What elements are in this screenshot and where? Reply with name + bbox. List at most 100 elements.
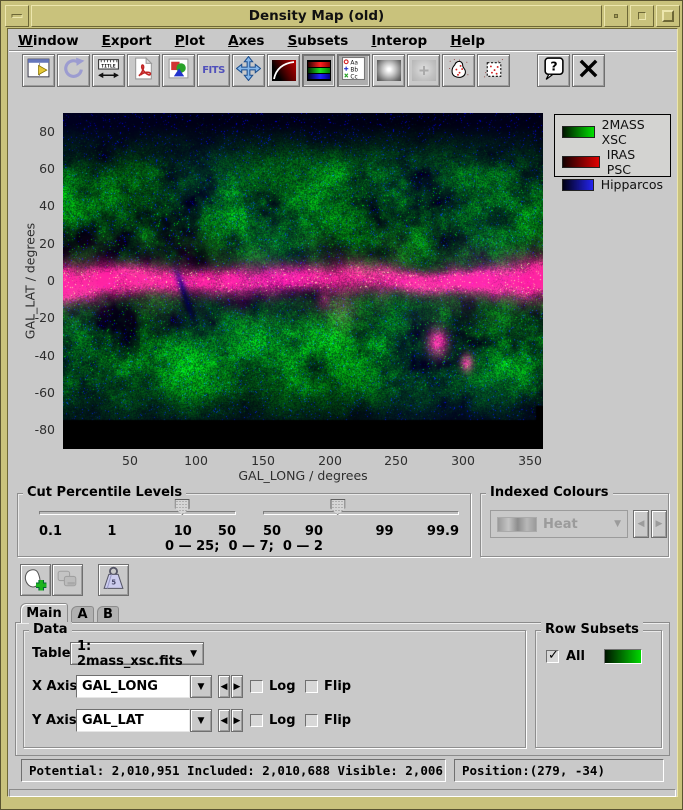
menu-subsets[interactable]: Subsets bbox=[279, 31, 358, 51]
tab-b[interactable]: B bbox=[97, 606, 119, 623]
y-log-checkbox[interactable] bbox=[250, 714, 263, 727]
svg-text:?: ? bbox=[550, 59, 557, 74]
menubar: Window Export Plot Axes Subsets Interop … bbox=[9, 30, 676, 51]
merge-subset-icon bbox=[54, 565, 81, 596]
lo-cut-slider[interactable] bbox=[39, 511, 236, 515]
blob-subset-icon bbox=[446, 56, 471, 85]
legend-entry: IRAS PSC bbox=[562, 147, 663, 177]
maximize-icon bbox=[662, 10, 674, 22]
colour-map-value: Heat bbox=[543, 517, 578, 532]
add-subset-button[interactable] bbox=[20, 564, 51, 596]
indexed-colours-group: Indexed Colours Heat ▼ ◀ ▶ bbox=[480, 493, 669, 557]
y-axis-prev-button[interactable]: ◀ bbox=[218, 709, 230, 732]
bottom-strip bbox=[9, 789, 676, 797]
lo-cut-slider-thumb[interactable] bbox=[175, 499, 190, 515]
x-tick: 100 bbox=[174, 453, 218, 468]
split-window-icon bbox=[26, 56, 51, 85]
menu-help[interactable]: Help bbox=[441, 31, 494, 51]
x-log-label: Log bbox=[269, 679, 296, 694]
svg-text:TITLE: TITLE bbox=[101, 64, 116, 70]
svg-text:Aa: Aa bbox=[350, 60, 358, 66]
menu-axes[interactable]: Axes bbox=[219, 31, 273, 51]
pdf-icon bbox=[131, 56, 156, 85]
count-status: Potential: 2,010,951 Included: 2,010,688… bbox=[21, 759, 446, 782]
density-map-window: Density Map (old) Window Export Plot Axe… bbox=[0, 0, 683, 810]
weight-mode-button[interactable]: 5 bbox=[98, 564, 129, 596]
x-axis-combo-field[interactable]: GAL_LONG bbox=[76, 675, 190, 698]
shade-icon bbox=[614, 14, 618, 18]
subset-all-checkbox[interactable]: ✓ bbox=[546, 650, 559, 663]
export-image-button[interactable] bbox=[162, 54, 195, 87]
y-tick: -40 bbox=[21, 348, 55, 363]
menu-plot[interactable]: Plot bbox=[166, 31, 214, 51]
colour-map-button[interactable] bbox=[267, 54, 300, 87]
hi-cut-slider[interactable] bbox=[263, 511, 459, 515]
close-button[interactable] bbox=[572, 54, 605, 87]
y-axis-combo-arrow[interactable]: ▼ bbox=[190, 709, 212, 732]
axis-editor-button[interactable]: TITLE bbox=[92, 54, 125, 87]
x-axis-label: GAL_LONG / degrees bbox=[203, 468, 403, 483]
export-fits-button[interactable]: FITS bbox=[197, 54, 230, 87]
maximize-button[interactable] bbox=[656, 5, 680, 27]
x-axis-combo-arrow[interactable]: ▼ bbox=[190, 675, 212, 698]
x-tick: 50 bbox=[108, 453, 152, 468]
density-map-plot[interactable] bbox=[63, 113, 543, 449]
x-axis-label-field: X Axis: bbox=[32, 679, 82, 694]
window-title: Density Map (old) bbox=[31, 5, 602, 27]
menu-interop[interactable]: Interop bbox=[362, 31, 436, 51]
rgb-mode-button[interactable] bbox=[302, 54, 335, 87]
show-legend-button[interactable]: AaBbCc bbox=[337, 54, 370, 87]
cut-levels-readout: 0 — 25; 0 — 7; 0 — 2 bbox=[18, 539, 470, 554]
x-flip-checkbox[interactable] bbox=[305, 680, 318, 693]
region-subset-icon bbox=[481, 56, 506, 85]
shade-button[interactable] bbox=[604, 5, 628, 27]
hi-cut-slider-thumb[interactable] bbox=[330, 499, 345, 515]
menu-window[interactable]: Window bbox=[9, 31, 88, 51]
draw-subset-region-button[interactable] bbox=[477, 54, 510, 87]
y-flip-checkbox[interactable] bbox=[305, 714, 318, 727]
export-pdf-button[interactable] bbox=[127, 54, 160, 87]
rescale-button[interactable] bbox=[232, 54, 265, 87]
axis-editor-icon: TITLE bbox=[96, 56, 121, 85]
tab-main[interactable]: Main bbox=[20, 603, 68, 623]
tab-a[interactable]: A bbox=[71, 606, 94, 623]
subset-all-colour-swatch[interactable] bbox=[604, 649, 642, 664]
help-button[interactable]: ? bbox=[537, 54, 570, 87]
menu-export[interactable]: Export bbox=[93, 31, 161, 51]
table-combo[interactable]: 1: 2mass_xsc.fits ▼ bbox=[70, 642, 204, 665]
colour-map-icon bbox=[272, 60, 296, 81]
window-menu-icon bbox=[12, 14, 23, 18]
split-window-button[interactable] bbox=[22, 54, 55, 87]
titlebar: Density Map (old) bbox=[5, 5, 680, 27]
indexed-colours-title: Indexed Colours bbox=[486, 485, 613, 500]
plot-legend: 2MASS XSC IRAS PSC Hipparcos bbox=[554, 114, 671, 177]
x-tick: 200 bbox=[308, 453, 352, 468]
y-axis-label-field: Y Axis: bbox=[32, 713, 82, 728]
y-axis-next-button[interactable]: ▶ bbox=[231, 709, 243, 732]
y-log-label: Log bbox=[269, 713, 296, 728]
replot-button[interactable] bbox=[57, 54, 90, 87]
pixel-size-icon bbox=[412, 60, 436, 81]
y-tick: 20 bbox=[21, 236, 55, 251]
x-flip-label: Flip bbox=[324, 679, 351, 694]
grey-map-button[interactable] bbox=[372, 54, 405, 87]
y-tick: -80 bbox=[21, 422, 55, 437]
x-log-checkbox[interactable] bbox=[250, 680, 263, 693]
window-menu-button[interactable] bbox=[5, 5, 29, 27]
x-tick: 300 bbox=[441, 453, 485, 468]
row-subsets-title: Row Subsets bbox=[541, 622, 643, 637]
close-icon bbox=[577, 57, 600, 84]
x-axis-next-button[interactable]: ▶ bbox=[231, 675, 243, 698]
legend-swatch-blue bbox=[562, 179, 594, 191]
combo-arrow-icon: ▼ bbox=[190, 649, 197, 659]
weight-icon: 5 bbox=[100, 565, 127, 596]
y-axis-combo-field[interactable]: GAL_LAT bbox=[76, 709, 190, 732]
hi-cut-labels: 50 90 99 99.9 bbox=[263, 524, 459, 538]
iconify-icon bbox=[638, 12, 646, 20]
heat-colourmap-swatch bbox=[497, 517, 537, 532]
draw-subset-blob-button[interactable] bbox=[442, 54, 475, 87]
x-axis-prev-button[interactable]: ◀ bbox=[218, 675, 230, 698]
y-tick: 0 bbox=[21, 273, 55, 288]
pixel-size-button bbox=[407, 54, 440, 87]
iconify-button[interactable] bbox=[630, 5, 654, 27]
